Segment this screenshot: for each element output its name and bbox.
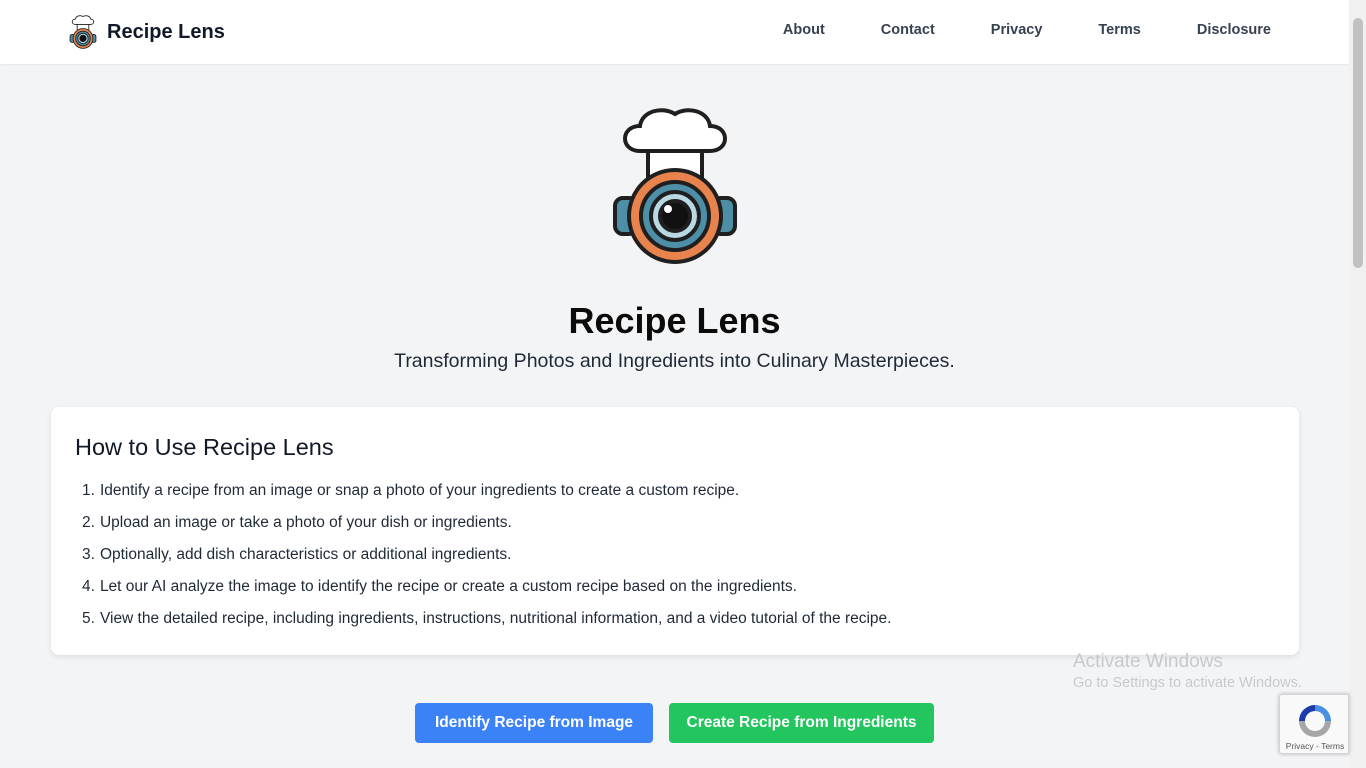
nav-link-terms[interactable]: Terms [1098,22,1140,38]
step-text: Optionally, add dish characteristics or … [99,546,512,563]
scrollbar-thumb[interactable] [1353,18,1363,268]
list-item: 3. Optionally, add dish characteristics o… [82,545,891,577]
nav-link-about[interactable]: About [783,22,825,38]
brand-home-link[interactable]: Recipe Lens [69,14,225,50]
hero-title: Recipe Lens [568,300,781,341]
recaptcha-separator: - [1313,741,1322,751]
step-number: 4. [82,578,95,595]
list-item: 1. Identify a recipe from an image or sna… [82,481,891,513]
list-item: 2. Upload an image or take a photo of you… [82,513,891,545]
step-number: 3. [82,546,95,563]
nav-link-privacy[interactable]: Privacy [991,22,1043,38]
how-to-use-title: How to Use Recipe Lens [75,434,334,460]
recaptcha-links: Privacy - Terms [1280,741,1350,751]
nav-links: About Contact Privacy Terms Disclosure [727,22,1271,38]
recaptcha-terms-link[interactable]: Terms [1321,741,1344,751]
activate-windows-watermark: Activate Windows Go to Settings to activ… [1073,651,1302,691]
step-text: Let our AI analyze the image to identify… [99,578,797,595]
chef-camera-hero-logo-icon [613,108,737,264]
recaptcha-badge[interactable]: Privacy - Terms [1279,694,1349,754]
step-number: 1. [82,482,95,499]
how-to-use-card: How to Use Recipe Lens 1. Identify a reci… [51,407,1299,655]
step-number: 2. [82,514,95,531]
watermark-title: Activate Windows [1073,651,1223,672]
watermark-subtitle: Go to Settings to activate Windows. [1073,675,1302,691]
step-text: View the detailed recipe, including ingr… [99,610,892,627]
nav-link-disclosure[interactable]: Disclosure [1197,22,1271,38]
steps-list: 1. Identify a recipe from an image or sna… [82,481,891,641]
recaptcha-privacy-link[interactable]: Privacy [1286,741,1314,751]
recaptcha-icon [1299,705,1331,737]
list-item: 4. Let our AI analyze the image to identi… [82,577,891,609]
create-recipe-button[interactable]: Create Recipe from Ingredients [669,703,934,743]
list-item: 5. View the detailed recipe, including in… [82,609,891,641]
step-text: Identify a recipe from an image or snap … [99,482,740,499]
hero-subtitle: Transforming Photos and Ingredients into… [394,350,955,372]
brand-name: Recipe Lens [107,20,225,43]
step-number: 5. [82,610,95,627]
nav-link-contact[interactable]: Contact [881,22,935,38]
identify-recipe-button[interactable]: Identify Recipe from Image [415,703,653,743]
vertical-scrollbar[interactable] [1349,0,1366,768]
top-navbar: Recipe Lens About Contact Privacy Terms … [0,0,1349,64]
step-text: Upload an image or take a photo of your … [99,514,512,531]
chef-camera-logo-icon [69,15,97,49]
